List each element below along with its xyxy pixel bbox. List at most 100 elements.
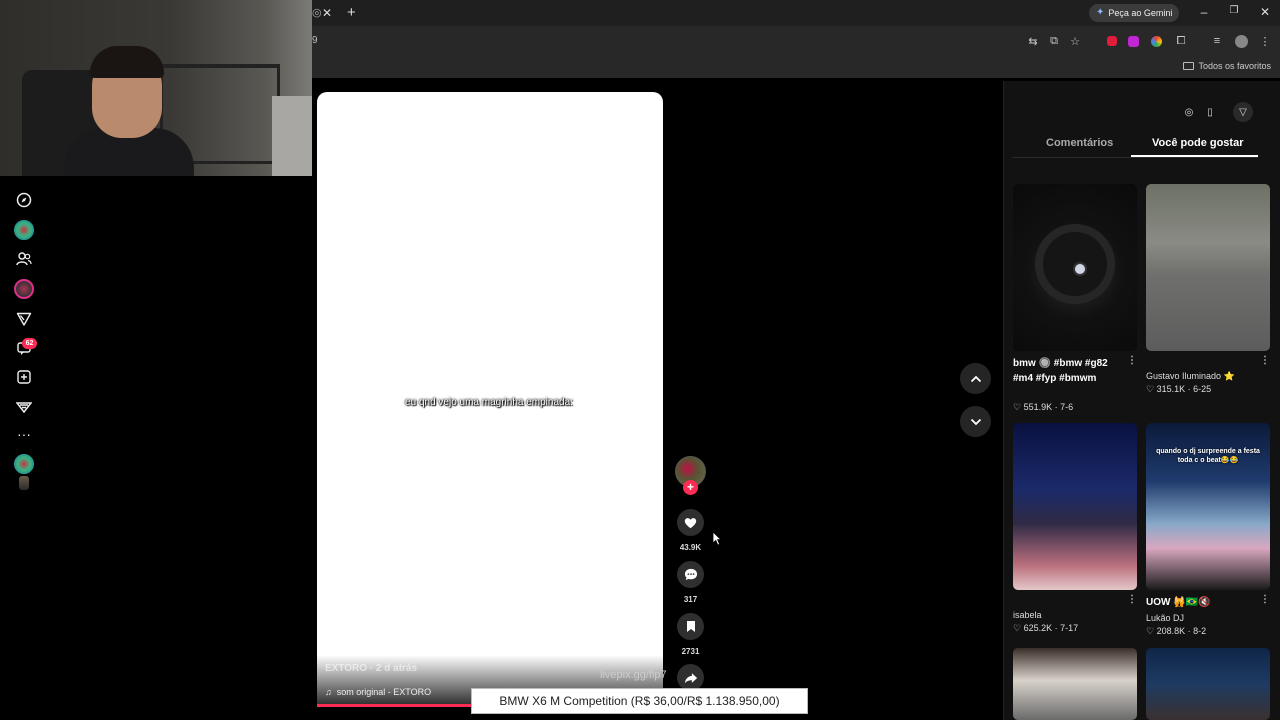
- autoscroll-icon[interactable]: ◎: [1181, 104, 1197, 120]
- new-tab-plus-icon[interactable]: +: [347, 4, 356, 21]
- tab-comments[interactable]: Comentários: [1046, 137, 1113, 149]
- card-date: 6-25: [1193, 384, 1212, 394]
- restore-icon[interactable]: ❐: [1227, 5, 1241, 16]
- bmw-logo-image: [1073, 262, 1087, 276]
- device-icon[interactable]: ▯: [1202, 104, 1218, 120]
- video-author[interactable]: EXTORO · 2 d atrás: [325, 663, 417, 674]
- bookmark-icon: [686, 621, 695, 632]
- card-date: 7-17: [1060, 623, 1079, 633]
- video-thumbnail[interactable]: [1013, 184, 1137, 351]
- extension-logo-icon[interactable]: [14, 397, 34, 417]
- card-more-icon[interactable]: ⋮: [1127, 594, 1137, 605]
- live-avatar-icon[interactable]: [14, 220, 34, 240]
- card-likes: 551.9K: [1023, 402, 1053, 412]
- following-users-icon[interactable]: [14, 249, 34, 269]
- tab-close-icon[interactable]: ✕: [322, 6, 332, 20]
- webcam-whiteboard: [272, 96, 312, 176]
- all-bookmarks-button[interactable]: Todos os favoritos: [1183, 61, 1271, 71]
- heart-outline-icon: ♡: [1146, 626, 1155, 636]
- video-thumbnail[interactable]: [1013, 423, 1137, 590]
- tab-you-may-like[interactable]: Você pode gostar: [1152, 137, 1243, 149]
- card-more-icon[interactable]: ⋮: [1260, 355, 1270, 366]
- extension-logo-icon[interactable]: ▽: [1233, 102, 1253, 122]
- download-icon[interactable]: [1126, 34, 1140, 48]
- card-more-icon[interactable]: ⋮: [1127, 355, 1137, 366]
- gemini-label: Peça ao Gemini: [1108, 8, 1173, 18]
- profile-icon[interactable]: [1234, 34, 1248, 48]
- comment-button[interactable]: [677, 561, 704, 588]
- heart-outline-icon: ♡: [1013, 623, 1022, 633]
- card-date: 7-6: [1060, 402, 1074, 412]
- video-caption-text: eu qnd vejo uma magrinha empinada:: [405, 397, 573, 408]
- sound-label: som original - EXTORO: [336, 687, 432, 697]
- account-avatar-icon[interactable]: [14, 454, 34, 474]
- video-thumbnail[interactable]: [1013, 648, 1137, 720]
- explore-compass-icon[interactable]: [14, 190, 34, 210]
- video-thumbnail[interactable]: [1146, 648, 1270, 720]
- heart-icon: [684, 517, 697, 528]
- minimize-icon[interactable]: –: [1197, 5, 1211, 19]
- donation-goal-banner: BMW X6 M Competition (R$ 36,00/R$ 1.138.…: [471, 688, 808, 714]
- video-thumbnail[interactable]: [1146, 184, 1270, 351]
- url-text[interactable]: 9: [312, 35, 318, 46]
- card-date: 8-2: [1193, 626, 1207, 636]
- media-control-icon[interactable]: ≡: [1210, 34, 1224, 48]
- send-messages-icon[interactable]: [14, 309, 34, 329]
- comment-count: 317: [683, 595, 698, 604]
- previous-video-button[interactable]: [960, 363, 991, 394]
- steering-wheel-image: [1035, 224, 1115, 304]
- card-likes: 315.1K: [1156, 384, 1186, 394]
- card-stats: ♡ 315.1K · 6-25: [1146, 384, 1211, 395]
- bookmark-button[interactable]: [677, 613, 704, 640]
- video-thumbnail[interactable]: quando o dj surpreende a festa toda c o …: [1146, 423, 1270, 590]
- heart-outline-icon: ♡: [1146, 384, 1155, 394]
- card-user[interactable]: Lukão DJ: [1146, 613, 1184, 623]
- star-icon[interactable]: ☆: [1068, 34, 1082, 48]
- follow-plus-icon[interactable]: +: [683, 480, 698, 495]
- folder-icon: [1183, 62, 1195, 70]
- heart-outline-icon: ♡: [1013, 402, 1022, 412]
- more-options-icon[interactable]: ···: [14, 424, 34, 444]
- upload-icon[interactable]: [14, 367, 34, 387]
- video-progress-bar[interactable]: [317, 704, 473, 707]
- card-user[interactable]: isabela: [1013, 610, 1042, 620]
- card-likes: 625.2K: [1023, 623, 1053, 633]
- cast-icon[interactable]: ⧉: [1047, 34, 1061, 48]
- gemini-button[interactable]: ✦ Peça ao Gemini: [1089, 4, 1180, 22]
- video-player[interactable]: eu qnd vejo uma magrinha empinada: EXTOR…: [317, 92, 663, 707]
- extension-colorful-icon[interactable]: [1149, 34, 1163, 48]
- active-tab-indicator: [1131, 155, 1258, 157]
- like-button[interactable]: [677, 509, 704, 536]
- window-close-icon[interactable]: ✕: [1258, 5, 1272, 19]
- share-button[interactable]: [677, 664, 704, 691]
- card-likes: 208.8K: [1156, 626, 1186, 636]
- inbox-badge: 62: [22, 338, 37, 349]
- chevron-up-icon: [970, 375, 981, 382]
- browser-menu-icon[interactable]: ⋮: [1258, 34, 1272, 48]
- next-video-button[interactable]: [960, 406, 991, 437]
- translate-icon[interactable]: ⇆: [1026, 34, 1040, 48]
- extensions-puzzle-icon[interactable]: ⧠: [1174, 34, 1188, 48]
- small-avatar-icon[interactable]: [19, 476, 29, 490]
- card-more-icon[interactable]: ⋮: [1260, 594, 1270, 605]
- mouse-cursor-icon: [712, 531, 722, 546]
- extension-red-icon[interactable]: [1105, 34, 1119, 48]
- like-count: 43.9K: [679, 543, 702, 552]
- video-sound[interactable]: ♫ som original - EXTORO: [325, 687, 431, 697]
- livepix-overlay-text: livepix.gg/flp7: [600, 669, 667, 681]
- card-stats: ♡ 625.2K · 7-17: [1013, 623, 1078, 634]
- card-user[interactable]: Gustavo Iluminado ⭐: [1146, 371, 1235, 382]
- tab-audio-icon: ◎: [312, 7, 322, 19]
- thumbnail-caption: quando o dj surpreende a festa toda c o …: [1156, 448, 1260, 464]
- tab-separator: [1012, 157, 1258, 158]
- chevron-down-icon: [970, 418, 981, 425]
- gemini-spark-icon: ✦: [1096, 7, 1105, 18]
- screen: ◎ ✕ + ✦ Peça ao Gemini – ❐ ✕ 9 ⇆ ⧉ ☆ ⧠ ≡…: [0, 0, 1280, 720]
- card-stats: ♡ 551.9K · 7-6: [1013, 402, 1073, 413]
- share-icon: [684, 672, 697, 683]
- all-bookmarks-label: Todos os favoritos: [1198, 61, 1271, 71]
- friend-avatar-icon[interactable]: [14, 279, 34, 299]
- card-title[interactable]: UOW 🙀🇧🇷🔇: [1146, 595, 1260, 610]
- card-title[interactable]: bmw 🔘 #bmw #g82 #m4 #fyp #bmwm: [1013, 356, 1127, 386]
- comment-icon: [684, 568, 697, 581]
